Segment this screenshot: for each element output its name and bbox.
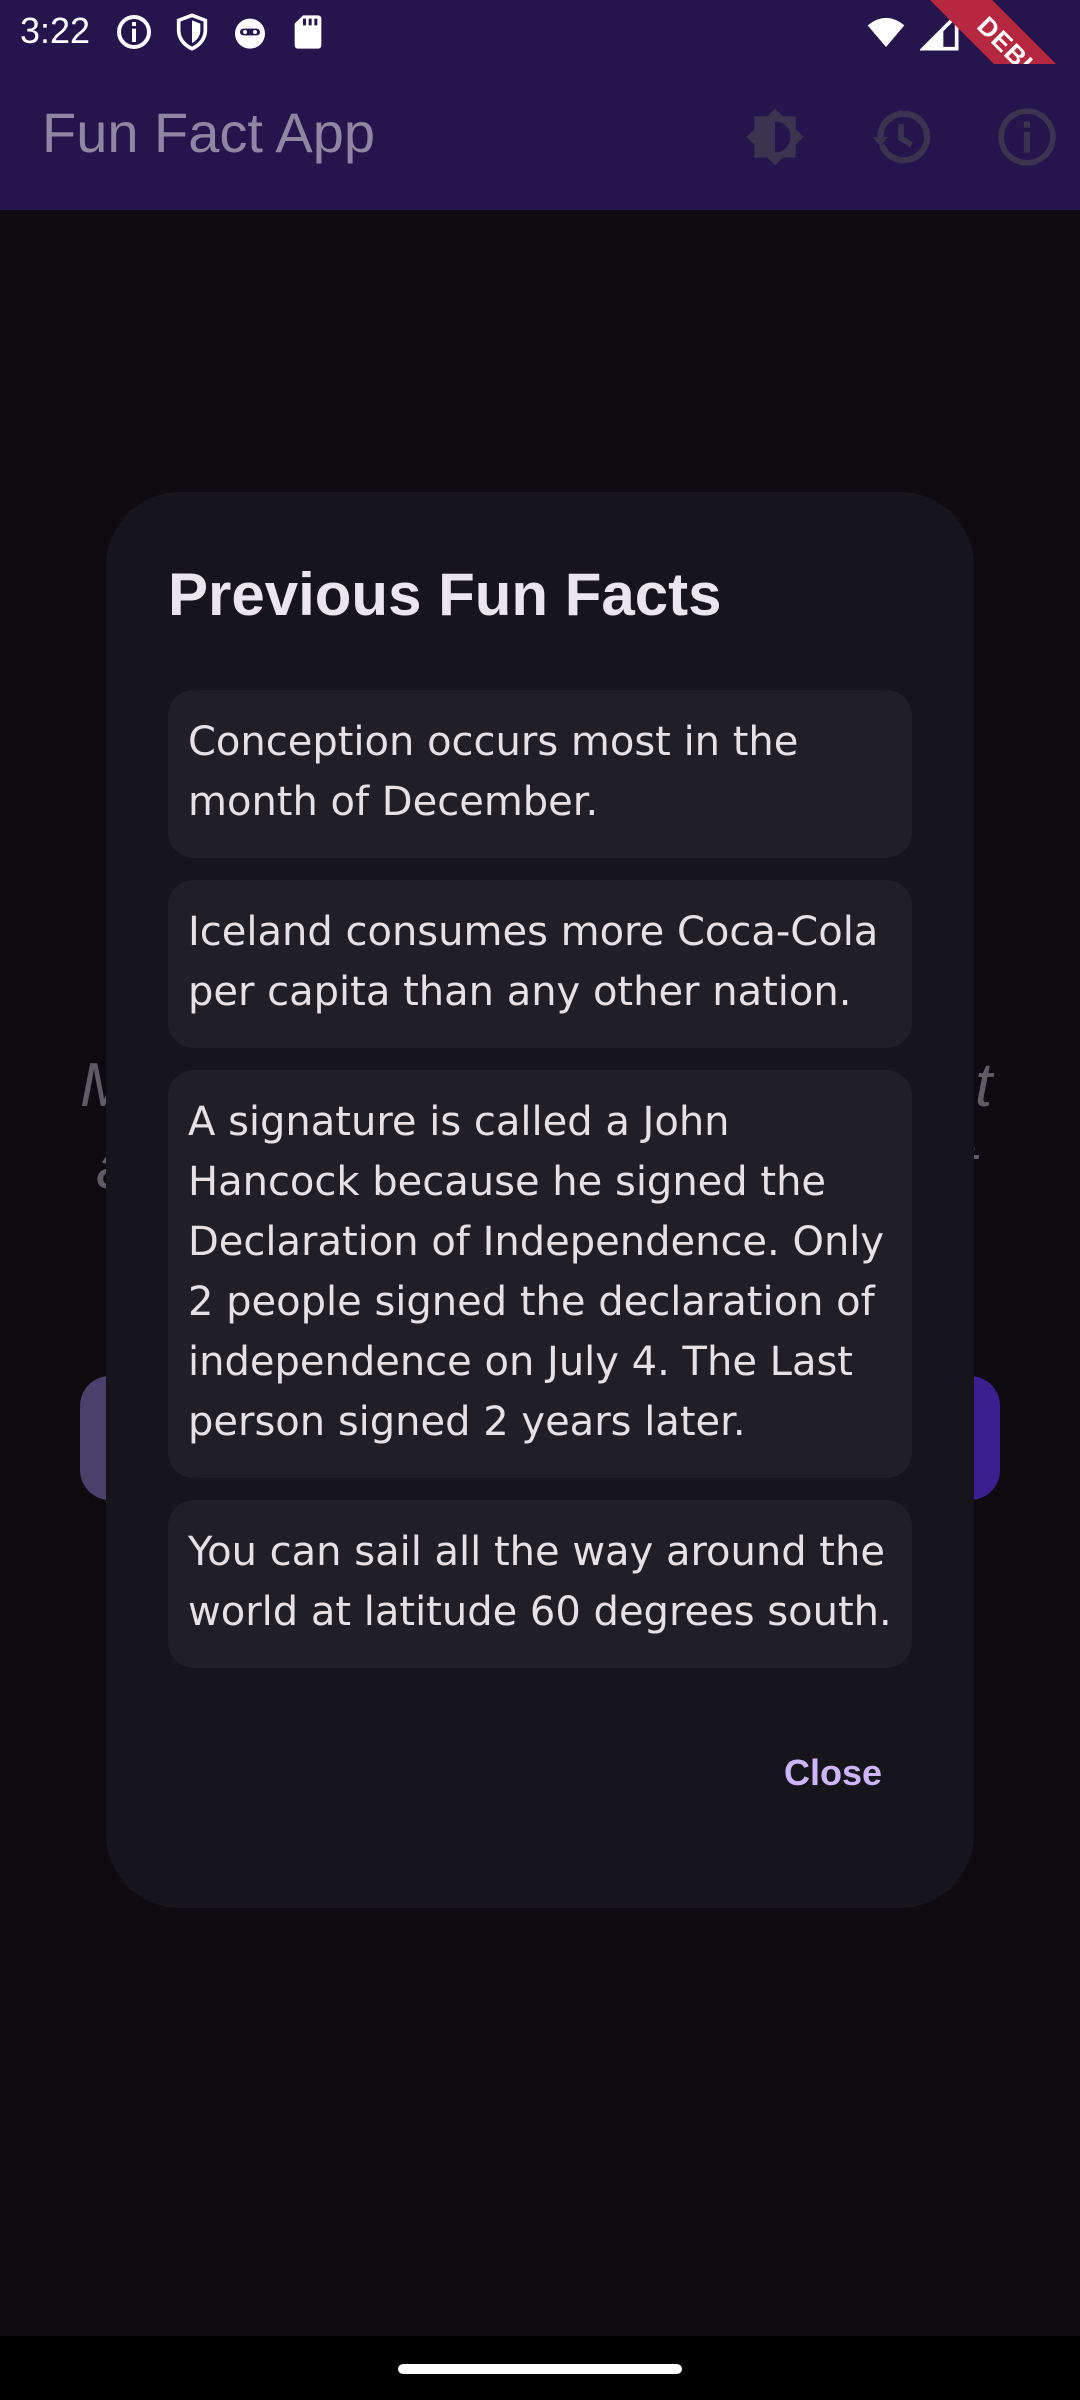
- fact-card: Conception occurs most in the month of D…: [168, 690, 912, 858]
- app-bar: Fun Fact App: [0, 64, 1080, 210]
- history-icon: [872, 110, 931, 164]
- sd-card-icon: [294, 15, 322, 49]
- previous-facts-dialog: Previous Fun Facts Conception occurs mos…: [106, 492, 974, 1908]
- about-button[interactable]: [984, 94, 1070, 180]
- status-icons-right: [866, 12, 960, 52]
- info-icon: [998, 108, 1056, 166]
- facts-list[interactable]: Conception occurs most in the month of D…: [168, 690, 912, 1690]
- history-button[interactable]: [858, 94, 944, 180]
- status-bar: 3:22 DEBUG: [0, 0, 1080, 160]
- brightness-icon: [746, 108, 804, 166]
- status-time: 3:22: [20, 10, 91, 51]
- fact-card: A signature is called a John Hancock bec…: [168, 1070, 912, 1478]
- status-icons-left: [114, 12, 328, 52]
- shield-icon: [176, 13, 208, 51]
- theme-toggle-button[interactable]: [732, 94, 818, 180]
- fact-card: You can sail all the way around the worl…: [168, 1500, 912, 1668]
- app-bar-actions: [732, 94, 1070, 180]
- fact-card: Iceland consumes more Coca-Cola per capi…: [168, 880, 912, 1048]
- wifi-icon: [867, 17, 905, 47]
- info-icon: [117, 15, 151, 49]
- home-gesture-handle[interactable]: [398, 2364, 682, 2374]
- dialog-title: Previous Fun Facts: [168, 561, 722, 628]
- background-fact-text: t: [975, 1051, 993, 1120]
- face-icon: [235, 18, 265, 49]
- app-title: Fun Fact App: [42, 101, 376, 164]
- close-button[interactable]: Close: [784, 1752, 882, 1794]
